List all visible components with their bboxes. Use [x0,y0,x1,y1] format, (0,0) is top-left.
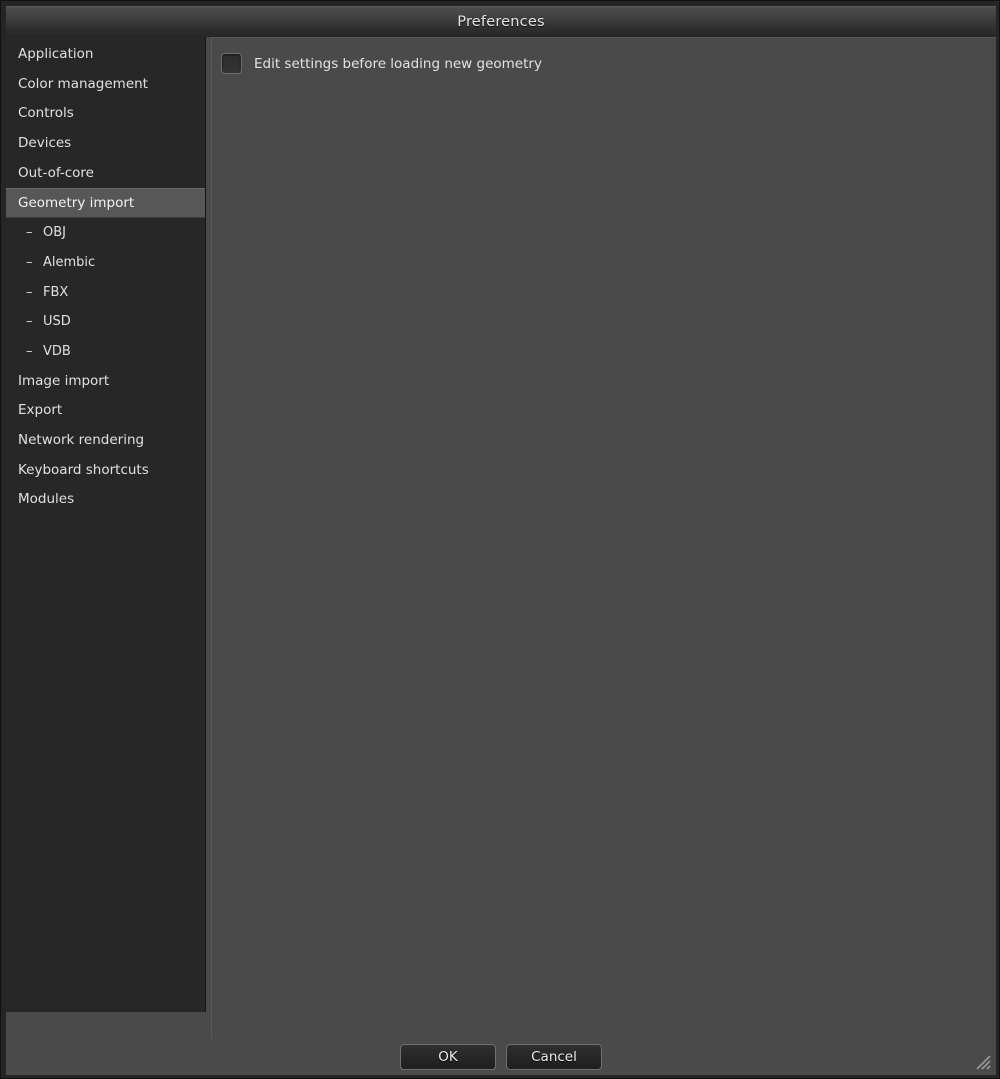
sidebar-subitem-dash-icon: – [26,343,33,359]
sidebar-item-export[interactable]: Export [6,396,205,426]
sidebar-item-label: Out-of-core [18,164,94,181]
sidebar-item-keyboard-shortcuts[interactable]: Keyboard shortcuts [6,456,205,486]
dialog-body: Application Color management Controls Devic… [6,37,996,1075]
sidebar-nav-list: Application Color management Controls Devic… [6,37,205,515]
sidebar-item-controls[interactable]: Controls [6,99,205,129]
sidebar-item-obj[interactable]: – OBJ [6,218,205,248]
resize-grip-icon[interactable] [974,1053,992,1071]
sidebar-item-geometry-import[interactable]: Geometry import [6,188,205,219]
sidebar-item-label: OBJ [43,225,66,241]
sidebar-item-label: Geometry import [18,195,135,212]
sidebar-item-label: VDB [43,343,71,359]
sidebar-subitem-dash-icon: – [26,225,33,241]
sidebar-item-label: Image import [18,372,110,389]
sidebar-item-usd[interactable]: – USD [6,307,205,337]
sidebar-item-label: Keyboard shortcuts [18,461,149,478]
sidebar-item-label: Network rendering [18,431,145,448]
sidebar-item-label: Export [18,402,63,419]
edit-settings-checkbox-row[interactable]: Edit settings before loading new geometr… [221,53,542,74]
sidebar-item-label: Application [18,46,94,62]
sidebar-item-image-import[interactable]: Image import [6,367,205,397]
sidebar-item-label: FBX [43,284,69,300]
sidebar-item-devices[interactable]: Devices [6,129,205,159]
sidebar-item-vdb[interactable]: – VDB [6,337,205,367]
sidebar-item-network-rendering[interactable]: Network rendering [6,426,205,456]
sidebar-item-out-of-core[interactable]: Out-of-core [6,159,205,189]
preferences-sidebar[interactable]: Application Color management Controls Devic… [6,37,206,1012]
dialog-footer: OK Cancel [6,1039,996,1075]
sidebar-item-label: Color management [18,75,148,92]
dialog-titlebar[interactable]: Preferences [6,6,996,37]
preferences-dialog: Preferences Application Color management C… [0,0,1000,1079]
sidebar-item-label: Devices [18,135,72,152]
edit-settings-checkbox[interactable] [221,53,242,74]
sidebar-item-label: Modules [18,491,75,508]
sidebar-item-color-management[interactable]: Color management [6,70,205,100]
sidebar-item-modules[interactable]: Modules [6,485,205,515]
sidebar-subitem-dash-icon: – [26,254,33,270]
sidebar-item-label: Alembic [43,254,96,270]
geometry-import-panel: Edit settings before loading new geometr… [211,37,996,1039]
sidebar-item-fbx[interactable]: – FBX [6,278,205,308]
edit-settings-checkbox-label: Edit settings before loading new geometr… [254,55,542,72]
cancel-button[interactable]: Cancel [506,1044,602,1070]
sidebar-item-application[interactable]: Application [6,40,205,70]
sidebar-subitem-dash-icon: – [26,314,33,330]
dialog-title: Preferences [457,14,545,30]
sidebar-item-label: Controls [18,105,74,122]
sidebar-item-alembic[interactable]: – Alembic [6,248,205,278]
ok-button[interactable]: OK [400,1044,496,1070]
sidebar-subitem-dash-icon: – [26,284,33,300]
sidebar-item-label: USD [43,314,71,330]
